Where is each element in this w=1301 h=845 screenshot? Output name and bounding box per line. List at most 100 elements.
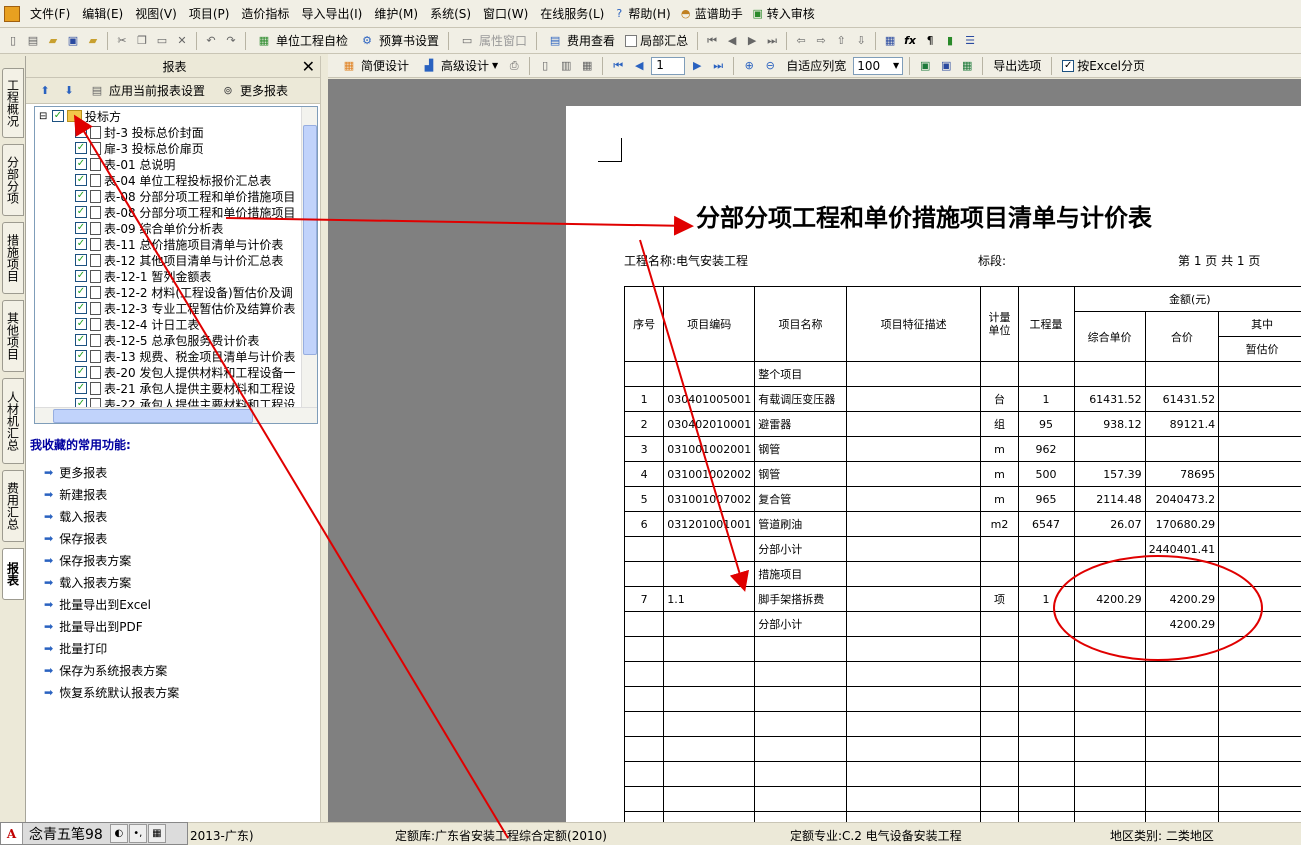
tree-root[interactable]: ⊟ ✓ 投标方 xyxy=(39,108,121,124)
formula-icon[interactable]: fx xyxy=(901,32,919,50)
favorite-item[interactable]: ➡ 更多报表 xyxy=(44,461,179,483)
budget-settings-button[interactable]: ⚙ 预算书设置 xyxy=(354,32,443,50)
local-summary-checkbox[interactable] xyxy=(625,34,638,47)
tree-item-checkbox[interactable]: ✓ xyxy=(75,334,87,346)
favorite-item[interactable]: ➡ 保存为系统报表方案 xyxy=(44,659,179,681)
tree-item-checkbox[interactable]: ✓ xyxy=(75,142,87,154)
ime-toolbar[interactable]: A 念青五笔98 ◐ •, ▦ xyxy=(0,822,188,845)
tree-item[interactable]: ✓ 表-21 承包人提供主要材料和工程设 xyxy=(75,380,295,396)
close-icon[interactable]: ✕ xyxy=(302,57,315,76)
tree-item-checkbox[interactable]: ✓ xyxy=(75,270,87,282)
delete-icon[interactable]: ✕ xyxy=(173,32,191,50)
favorite-item[interactable]: ➡ 载入报表 xyxy=(44,505,179,527)
redo-icon[interactable]: ↷ xyxy=(222,32,240,50)
two-page-icon[interactable]: ▥ xyxy=(557,57,575,75)
favorite-item[interactable]: ➡ 新建报表 xyxy=(44,483,179,505)
tree-item[interactable]: ✓ 表-13 规费、税金项目清单与计价表 xyxy=(75,348,295,364)
favorite-item[interactable]: ➡ 载入报表方案 xyxy=(44,571,179,593)
tree-item[interactable]: ✓ 封-3 投标总价封面 xyxy=(75,124,204,140)
scroll-thumb[interactable] xyxy=(53,409,253,423)
advanced-design-button[interactable]: ▟ 高级设计 ▼ xyxy=(416,57,502,75)
zoom-out-icon[interactable]: ⊖ xyxy=(761,57,779,75)
tree-item-checkbox[interactable]: ✓ xyxy=(75,222,87,234)
menu-help[interactable]: 帮助(H) xyxy=(628,5,676,22)
open-folder-icon[interactable]: ▰ xyxy=(44,32,62,50)
favorite-item[interactable]: ➡ 恢复系统默认报表方案 xyxy=(44,681,179,703)
menu-assistant[interactable]: 蓝谱助手 xyxy=(695,5,749,22)
page-number-input[interactable]: 1 xyxy=(651,56,686,75)
last-icon[interactable]: ⏭ xyxy=(763,32,781,50)
single-page-icon[interactable]: ▯ xyxy=(536,57,554,75)
list-icon[interactable]: ☰ xyxy=(961,32,979,50)
tab-fee-summary[interactable]: 费用汇总 xyxy=(2,470,24,542)
printer-icon[interactable]: ⎙ xyxy=(505,57,523,75)
tree-item-checkbox[interactable]: ✓ xyxy=(75,174,87,186)
punctuation-icon[interactable]: •, xyxy=(128,824,147,843)
tree-item[interactable]: ✓ 表-01 总说明 xyxy=(75,156,175,172)
tree-item[interactable]: ✓ 扉-3 投标总价扉页 xyxy=(75,140,204,156)
tab-other-items[interactable]: 其他项目 xyxy=(2,300,24,372)
tree-item-checkbox[interactable]: ✓ xyxy=(75,190,87,202)
property-window-button[interactable]: ▭ 属性窗口 xyxy=(454,32,531,50)
tab-reports[interactable]: 报表 xyxy=(2,548,24,600)
tree-item-checkbox[interactable]: ✓ xyxy=(75,286,87,298)
more-reports-button[interactable]: ⊚ 更多报表 xyxy=(215,82,292,100)
menu-view[interactable]: 视图(V) xyxy=(129,5,183,22)
new-project-icon[interactable]: ▤ xyxy=(24,32,42,50)
menu-file[interactable]: 文件(F) xyxy=(24,5,76,22)
excel-paging-checkbox[interactable]: ✓ xyxy=(1062,59,1075,72)
menu-project[interactable]: 项目(P) xyxy=(183,5,236,22)
keyboard-icon[interactable]: ▦ xyxy=(147,824,166,843)
tab-measure-items[interactable]: 措施项目 xyxy=(2,222,24,294)
multi-page-icon[interactable]: ▦ xyxy=(578,57,596,75)
arrow-left-icon[interactable]: ⇦ xyxy=(792,32,810,50)
prev-icon[interactable]: ◀ xyxy=(723,32,741,50)
favorite-item[interactable]: ➡ 保存报表方案 xyxy=(44,549,179,571)
self-check-button[interactable]: ▦ 单位工程自检 xyxy=(251,32,352,50)
first-page-icon[interactable]: ⏮ xyxy=(609,57,627,75)
tree-item[interactable]: ✓ 表-12-4 计日工表 xyxy=(75,316,199,332)
copy-icon[interactable]: ❐ xyxy=(133,32,151,50)
menu-import-export[interactable]: 导入导出(I) xyxy=(295,5,368,22)
tree-item-checkbox[interactable]: ✓ xyxy=(75,158,87,170)
tree-item[interactable]: ✓ 表-08 分部分项工程和单价措施项目 xyxy=(75,188,295,204)
tree-item[interactable]: ✓ 表-12-5 总承包服务费计价表 xyxy=(75,332,259,348)
undo-icon[interactable]: ↶ xyxy=(202,32,220,50)
paragraph-icon[interactable]: ¶ xyxy=(921,32,939,50)
menu-edit[interactable]: 编辑(E) xyxy=(76,5,129,22)
scroll-thumb[interactable] xyxy=(303,125,317,355)
favorite-item[interactable]: ➡ 保存报表 xyxy=(44,527,179,549)
export-options-button[interactable]: 导出选项 xyxy=(989,57,1045,74)
last-page-icon[interactable]: ⏭ xyxy=(709,57,727,75)
zoom-in-icon[interactable]: ⊕ xyxy=(740,57,758,75)
next-icon[interactable]: ▶ xyxy=(743,32,761,50)
ime-mode-icon[interactable]: A xyxy=(1,823,23,844)
panel-splitter[interactable] xyxy=(320,56,326,822)
tree-item[interactable]: ✓ 表-08 分部分项工程和单价措施项目 xyxy=(75,204,295,220)
menu-online-service[interactable]: 在线服务(L) xyxy=(534,5,610,22)
tree-item[interactable]: ✓ 表-12-2 材料(工程设备)暂估价及调 xyxy=(75,284,293,300)
tree-item-checkbox[interactable]: ✓ xyxy=(75,206,87,218)
tree-item[interactable]: ✓ 表-04 单位工程投标报价汇总表 xyxy=(75,172,271,188)
simple-design-button[interactable]: ▦ 简便设计 xyxy=(336,57,413,75)
report-preview[interactable]: 分部分项工程和单价措施项目清单与计价表 工程名称:电气安装工程 标段: 第 1 … xyxy=(328,79,1301,822)
excel-icon[interactable]: ▣ xyxy=(916,57,934,75)
arrow-right-icon[interactable]: ⇨ xyxy=(812,32,830,50)
tab-project-overview[interactable]: 工程概况 xyxy=(2,68,24,138)
fit-width-button[interactable]: 自适应列宽 xyxy=(782,57,850,74)
word-icon[interactable]: ▣ xyxy=(937,57,955,75)
menu-audit[interactable]: 转入审核 xyxy=(767,5,821,22)
local-summary-toggle[interactable]: 局部汇总 xyxy=(621,32,692,49)
menu-window[interactable]: 窗口(W) xyxy=(477,5,534,22)
favorite-item[interactable]: ➡ 批量打印 xyxy=(44,637,179,659)
tab-divisional-items[interactable]: 分部分项 xyxy=(2,144,24,216)
prev-page-icon[interactable]: ◀ xyxy=(630,57,648,75)
fee-view-button[interactable]: ▤ 费用查看 xyxy=(542,32,619,50)
tree-item[interactable]: ✓ 表-09 综合单价分析表 xyxy=(75,220,223,236)
tree-item-checkbox[interactable]: ✓ xyxy=(75,350,87,362)
tree-item-checkbox[interactable]: ✓ xyxy=(75,302,87,314)
new-file-icon[interactable]: ▯ xyxy=(4,32,22,50)
move-up-icon[interactable]: ⬆ xyxy=(36,82,54,100)
next-page-icon[interactable]: ▶ xyxy=(688,57,706,75)
tree-item[interactable]: ✓ 表-12-3 专业工程暂估价及结算价表 xyxy=(75,300,295,316)
